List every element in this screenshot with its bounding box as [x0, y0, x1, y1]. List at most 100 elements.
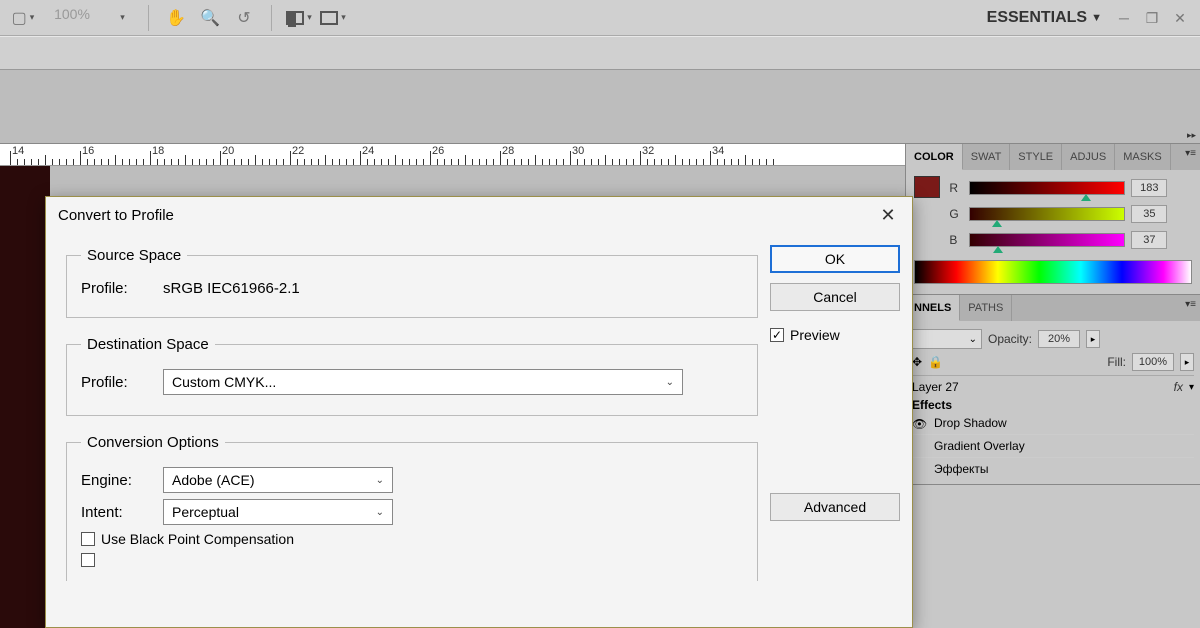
- visibility-icon[interactable]: 👁: [912, 417, 928, 429]
- ruler-mark: 22: [292, 145, 304, 157]
- preview-checkbox[interactable]: [770, 328, 784, 342]
- color-slider[interactable]: [969, 181, 1125, 195]
- fill-value[interactable]: 100%: [1132, 353, 1174, 371]
- hand-tool-icon[interactable]: ✋: [162, 4, 190, 32]
- ruler-mark: 28: [502, 145, 514, 157]
- fx-dropdown-icon[interactable]: ▾: [1189, 382, 1194, 393]
- source-space-legend: Source Space: [81, 247, 187, 264]
- advanced-button[interactable]: Advanced: [770, 493, 900, 521]
- foreground-color-swatch[interactable]: [914, 176, 940, 198]
- ruler-mark: 16: [82, 145, 94, 157]
- rotate-tool-icon[interactable]: ↺: [230, 4, 258, 32]
- minimize-icon[interactable]: ─: [1114, 8, 1134, 28]
- chevron-down-icon: ⌄: [376, 507, 384, 518]
- zoom-tool-icon[interactable]: 🔍: [196, 4, 224, 32]
- tab-adjustments[interactable]: ADJUS: [1062, 144, 1115, 170]
- ruler-mark: 32: [642, 145, 654, 157]
- ok-button[interactable]: OK: [770, 245, 900, 273]
- color-spectrum[interactable]: [914, 260, 1192, 284]
- effect-gradient-overlay[interactable]: Gradient Overlay: [934, 439, 1025, 453]
- separator: [271, 5, 272, 31]
- ruler-mark: 20: [222, 145, 234, 157]
- black-point-label: Use Black Point Compensation: [101, 531, 294, 547]
- intent-select[interactable]: Perceptual ⌄: [163, 499, 393, 525]
- ruler-mark: 18: [152, 145, 164, 157]
- black-point-checkbox[interactable]: [81, 532, 95, 546]
- file-dropdown[interactable]: ▢: [9, 4, 37, 32]
- ruler-mark: 24: [362, 145, 374, 157]
- opacity-slider-button[interactable]: ▸: [1086, 330, 1100, 348]
- layers-panel-tabs: NNELS PATHS ▾≡: [906, 295, 1200, 321]
- channel-value[interactable]: 183: [1131, 179, 1167, 197]
- screenmode-dropdown[interactable]: [319, 4, 347, 32]
- horizontal-ruler: 1416182022242628303234: [0, 144, 905, 166]
- move-icon[interactable]: ✥: [912, 355, 922, 369]
- blend-mode-select[interactable]: ⌄: [912, 329, 982, 349]
- close-window-icon[interactable]: ✕: [1170, 8, 1190, 28]
- ruler-mark: 26: [432, 145, 444, 157]
- tab-paths[interactable]: PATHS: [960, 295, 1012, 321]
- chevron-down-icon: ⌄: [376, 475, 384, 486]
- layer-name[interactable]: Layer 27: [912, 380, 1168, 394]
- destination-profile-select[interactable]: Custom CMYK... ⌄: [163, 369, 683, 395]
- fill-label: Fill:: [1107, 355, 1126, 369]
- destination-space-group: Destination Space Profile: Custom CMYK..…: [66, 336, 758, 416]
- tab-color[interactable]: COLOR: [906, 144, 963, 170]
- zoom-readout[interactable]: 100%: [40, 6, 104, 30]
- source-profile-value: sRGB IEC61966-2.1: [163, 280, 300, 297]
- effect-drop-shadow[interactable]: Drop Shadow: [934, 416, 1007, 430]
- engine-label: Engine:: [81, 472, 153, 489]
- effects-label: Effects: [912, 398, 952, 412]
- channel-label: B: [949, 233, 963, 247]
- destination-profile-value: Custom CMYK...: [172, 374, 276, 390]
- color-slider[interactable]: [969, 207, 1125, 221]
- opacity-label: Opacity:: [988, 332, 1032, 346]
- color-panel-tabs: COLOR SWAT STYLE ADJUS MASKS ▾≡: [906, 144, 1200, 170]
- destination-space-legend: Destination Space: [81, 336, 215, 353]
- intent-value: Perceptual: [172, 504, 239, 520]
- canvas-document[interactable]: [0, 166, 50, 628]
- chevron-down-icon: ▼: [1091, 12, 1102, 24]
- workspace-switcher[interactable]: ESSENTIALS ▼: [987, 9, 1102, 27]
- profile-label: Profile:: [81, 374, 153, 391]
- channel-label: G: [949, 207, 963, 221]
- channel-value[interactable]: 37: [1131, 231, 1167, 249]
- arrangement-dropdown[interactable]: [285, 4, 313, 32]
- arrangement-icon: [286, 11, 304, 25]
- workspace-area: ESSENTIALS ▼ ─ ❐ ✕: [987, 8, 1190, 28]
- fill-slider-button[interactable]: ▸: [1180, 353, 1194, 371]
- screenmode-icon: [320, 11, 338, 25]
- profile-label: Profile:: [81, 280, 153, 297]
- dialog-title: Convert to Profile: [58, 207, 174, 224]
- lock-icon[interactable]: 🔒: [928, 355, 943, 369]
- conversion-options-legend: Conversion Options: [81, 434, 225, 451]
- separator: [148, 5, 149, 31]
- expand-arrow-icon[interactable]: ▸▸: [1187, 130, 1196, 141]
- fx-badge[interactable]: fx: [1174, 380, 1183, 394]
- dither-checkbox[interactable]: [81, 553, 95, 567]
- zoom-dropdown[interactable]: [107, 4, 135, 32]
- color-slider[interactable]: [969, 233, 1125, 247]
- ruler-mark: 14: [12, 145, 24, 157]
- engine-value: Adobe (ACE): [172, 472, 254, 488]
- channel-value[interactable]: 35: [1131, 205, 1167, 223]
- panel-menu-icon[interactable]: ▾≡: [1185, 299, 1196, 310]
- preview-label: Preview: [790, 327, 840, 343]
- cancel-button[interactable]: Cancel: [770, 283, 900, 311]
- panels-dock: COLOR SWAT STYLE ADJUS MASKS ▾≡ R183G35B…: [905, 144, 1200, 628]
- tab-channels[interactable]: NNELS: [906, 295, 960, 321]
- ruler-mark: 34: [712, 145, 724, 157]
- tab-styles[interactable]: STYLE: [1010, 144, 1062, 170]
- convert-to-profile-dialog: Convert to Profile ✕ Source Space Profil…: [45, 196, 913, 628]
- close-icon[interactable]: ✕: [876, 205, 900, 226]
- engine-select[interactable]: Adobe (ACE) ⌄: [163, 467, 393, 493]
- panel-menu-icon[interactable]: ▾≡: [1185, 148, 1196, 159]
- tab-swatches[interactable]: SWAT: [963, 144, 1011, 170]
- opacity-value[interactable]: 20%: [1038, 330, 1080, 348]
- restore-icon[interactable]: ❐: [1142, 8, 1162, 28]
- main-toolbar: ▢ 100% ✋ 🔍 ↺ ESSENTIALS ▼ ─ ❐ ✕: [0, 0, 1200, 36]
- tab-masks[interactable]: MASKS: [1115, 144, 1171, 170]
- document-tab-bar: ▸▸: [0, 70, 1200, 144]
- intent-label: Intent:: [81, 504, 153, 521]
- options-bar: [0, 36, 1200, 70]
